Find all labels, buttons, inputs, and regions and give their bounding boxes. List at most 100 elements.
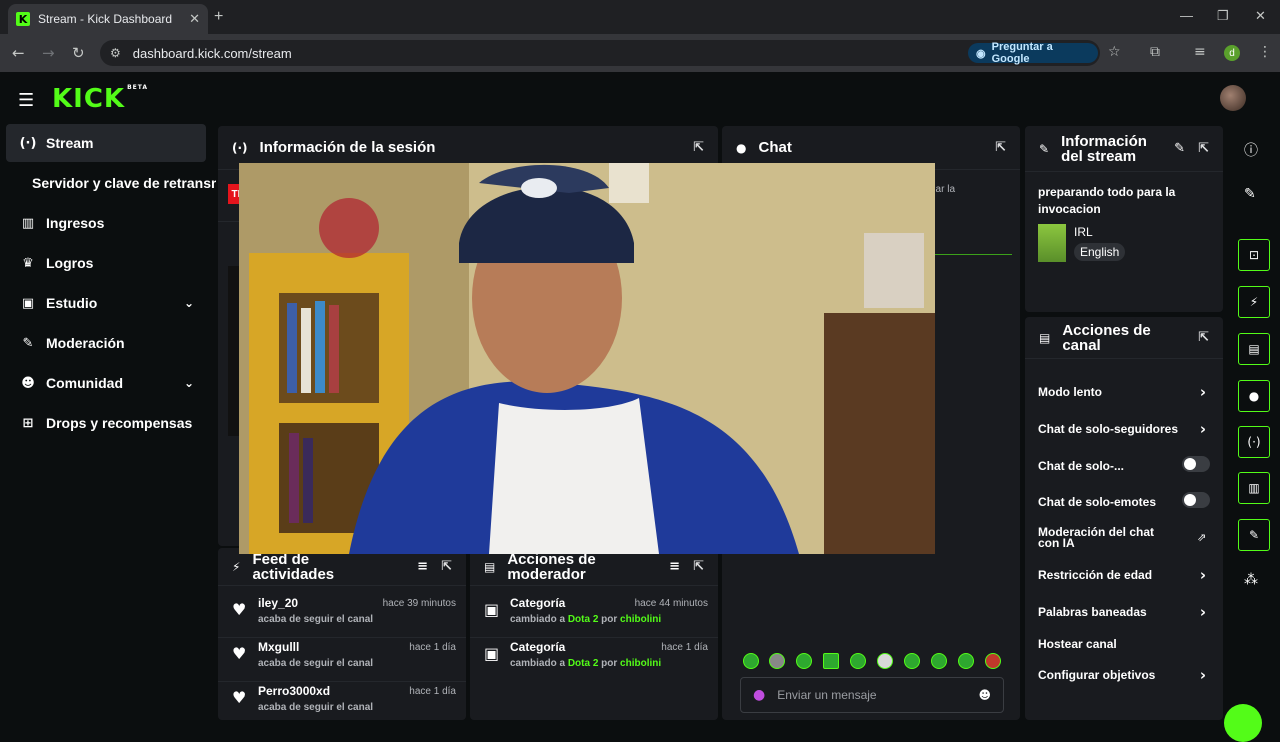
chart-icon: ▥ xyxy=(21,215,35,231)
action-followers-only[interactable]: Chat de solo-seguidores › xyxy=(1038,420,1210,438)
address-bar[interactable]: ⚙ dashboard.kick.com/stream xyxy=(100,40,1100,66)
emotes-only-toggle[interactable] xyxy=(1182,492,1210,508)
popout-icon[interactable]: ⇱ xyxy=(1198,141,1209,156)
more-tools-icon[interactable]: ⁂ xyxy=(1244,572,1258,588)
minimize-icon[interactable]: — xyxy=(1180,8,1193,23)
popout-icon[interactable]: ⇱ xyxy=(693,140,704,155)
popout-icon[interactable]: ⇱ xyxy=(995,140,1006,155)
sidebar-item-logros[interactable]: ♛ Logros xyxy=(6,244,206,282)
emote-icon[interactable] xyxy=(743,653,759,669)
info-icon[interactable]: ⓘ xyxy=(1244,140,1258,160)
broadcast-icon[interactable]: (·) xyxy=(1238,426,1270,458)
filter-icon[interactable]: ≡ xyxy=(417,559,428,574)
emote-icon[interactable] xyxy=(823,653,839,669)
action-age-restriction[interactable]: Restricción de edad › xyxy=(1038,566,1210,584)
language-badge: English xyxy=(1074,243,1126,261)
ask-google-button[interactable]: ◉ Preguntar a Google xyxy=(968,41,1098,65)
close-tab-icon[interactable]: ✕ xyxy=(189,11,200,27)
help-chat-button[interactable] xyxy=(1224,704,1262,742)
bolt-icon[interactable]: ⚡ xyxy=(1238,286,1270,318)
sidebar-item-ingresos[interactable]: ▥ Ingresos xyxy=(6,204,206,242)
emote-icon[interactable] xyxy=(958,653,974,669)
sidebar-item-comunidad[interactable]: ☻ Comunidad ⌄ xyxy=(6,364,206,402)
desc-user[interactable]: chibolini xyxy=(620,658,661,669)
activity-user[interactable]: iley_20 xyxy=(258,596,298,610)
edit-layout-icon[interactable]: ✎ xyxy=(1244,186,1256,202)
popout-icon[interactable]: ⇱ xyxy=(1198,330,1209,345)
channel-icon[interactable]: ▥ xyxy=(1238,472,1270,504)
sidebar-item-label: Ingresos xyxy=(46,215,105,231)
sidebar-item-moderacion[interactable]: ✎ Moderación xyxy=(6,324,206,362)
popout-icon[interactable]: ⇱ xyxy=(693,559,704,574)
community-icon: ☻ xyxy=(21,375,35,391)
emoji-icon[interactable]: ☻ xyxy=(978,688,991,702)
browser-tab-strip: K Stream - Kick Dashboard ✕ + — ❐ ✕ xyxy=(0,0,1280,34)
extensions-icon[interactable]: ⧉ xyxy=(1150,44,1160,60)
close-window-icon[interactable]: ✕ xyxy=(1255,8,1266,24)
chat-input-placeholder: Enviar un mensaje xyxy=(777,688,877,702)
bookmark-star-icon[interactable]: ☆ xyxy=(1108,44,1121,60)
edit-pencil-small-icon: ✎ xyxy=(1039,141,1050,156)
emote-icon[interactable] xyxy=(931,653,947,669)
sidebar-item-estudio[interactable]: ▣ Estudio ⌄ xyxy=(6,284,206,322)
emote-icon[interactable] xyxy=(985,653,1001,669)
emote-icon[interactable] xyxy=(877,653,893,669)
document-icon[interactable]: ▤ xyxy=(1238,333,1270,365)
hamburger-menu-icon[interactable]: ☰ xyxy=(18,90,34,111)
kick-logo[interactable]: KICK BETA xyxy=(52,84,148,114)
activity-item: ♥ Mxgulll hace 1 día acaba de seguir el can… xyxy=(218,638,466,682)
action-emotes-only[interactable]: Chat de solo-emotes xyxy=(1038,492,1210,509)
action-banned-words[interactable]: Palabras baneadas › xyxy=(1038,603,1210,621)
title-line2: del stream xyxy=(1061,147,1137,165)
maximize-icon[interactable]: ❐ xyxy=(1217,8,1229,24)
action-slow-mode[interactable]: Modo lento › xyxy=(1038,383,1210,401)
action-label: Chat de solo-emotes xyxy=(1038,495,1157,509)
desc-user[interactable]: chibolini xyxy=(620,614,661,625)
browser-tab[interactable]: K Stream - Kick Dashboard ✕ xyxy=(8,4,208,34)
desc-prefix: cambiado a xyxy=(510,614,566,625)
new-tab-icon[interactable]: + xyxy=(214,8,223,26)
subscribers-only-toggle[interactable] xyxy=(1182,456,1210,472)
sidebar-item-drops[interactable]: ⊞ Drops y recompensas xyxy=(6,404,206,442)
browser-profile-avatar[interactable]: d xyxy=(1224,45,1240,61)
popout-icon[interactable]: ⇱ xyxy=(441,559,452,574)
screenshot-icon[interactable]: ⊡ xyxy=(1238,239,1270,271)
external-link-icon[interactable]: ⇗ xyxy=(1197,531,1206,544)
edit-icon[interactable]: ✎ xyxy=(1174,141,1185,156)
activity-user[interactable]: Perro3000xd xyxy=(258,684,330,698)
emote-icon[interactable] xyxy=(769,653,785,669)
channel-actions-header: ▤ Acciones de canal ⇱ xyxy=(1025,317,1223,359)
sidebar-item-server-key[interactable]: Servidor y clave de retransm xyxy=(20,164,216,202)
heart-icon: ♥ xyxy=(232,688,247,707)
browser-menu-icon[interactable]: ⋮ xyxy=(1258,44,1272,60)
microphone-icon[interactable]: ● xyxy=(753,687,765,703)
emote-icon[interactable] xyxy=(850,653,866,669)
emote-icon[interactable] xyxy=(796,653,812,669)
category-change-icon: ▣ xyxy=(484,600,500,619)
activity-time: hace 1 día xyxy=(409,642,456,653)
sidebar-item-stream[interactable]: (·) Stream xyxy=(6,124,206,162)
emote-icon[interactable] xyxy=(904,653,920,669)
site-info-icon[interactable]: ⚙ xyxy=(110,46,121,60)
sidebar-item-label: Servidor y clave de retransm xyxy=(32,175,216,191)
filter-icon[interactable]: ≡ xyxy=(669,559,680,574)
action-configure-goals[interactable]: Configurar objetivos › xyxy=(1038,666,1210,684)
forward-icon[interactable]: → xyxy=(42,44,55,62)
activity-user[interactable]: Mxgulll xyxy=(258,640,299,654)
action-ai-moderation[interactable]: Moderación del chat con IA xyxy=(1038,526,1178,549)
chat-message-input[interactable]: ● Enviar un mensaje ☻ xyxy=(740,677,1004,713)
activity-desc: acaba de seguir el canal xyxy=(258,658,374,669)
reload-icon[interactable]: ↻ xyxy=(72,44,85,62)
action-label: Configurar objetivos xyxy=(1038,668,1156,682)
desc-mid: por xyxy=(601,658,618,669)
wrench-icon[interactable]: ✎ xyxy=(1238,519,1270,551)
back-icon[interactable]: ← xyxy=(12,44,25,62)
app-topbar xyxy=(0,72,1280,124)
action-host-channel[interactable]: Hostear canal xyxy=(1038,637,1210,651)
media-icon[interactable]: ≡ xyxy=(1194,44,1206,60)
action-subscribers-only[interactable]: Chat de solo-... xyxy=(1038,456,1210,473)
chat-bubble-icon[interactable]: ● xyxy=(1238,380,1270,412)
user-avatar[interactable] xyxy=(1220,85,1246,111)
desc-game[interactable]: Dota 2 xyxy=(568,658,599,669)
desc-game[interactable]: Dota 2 xyxy=(568,614,599,625)
